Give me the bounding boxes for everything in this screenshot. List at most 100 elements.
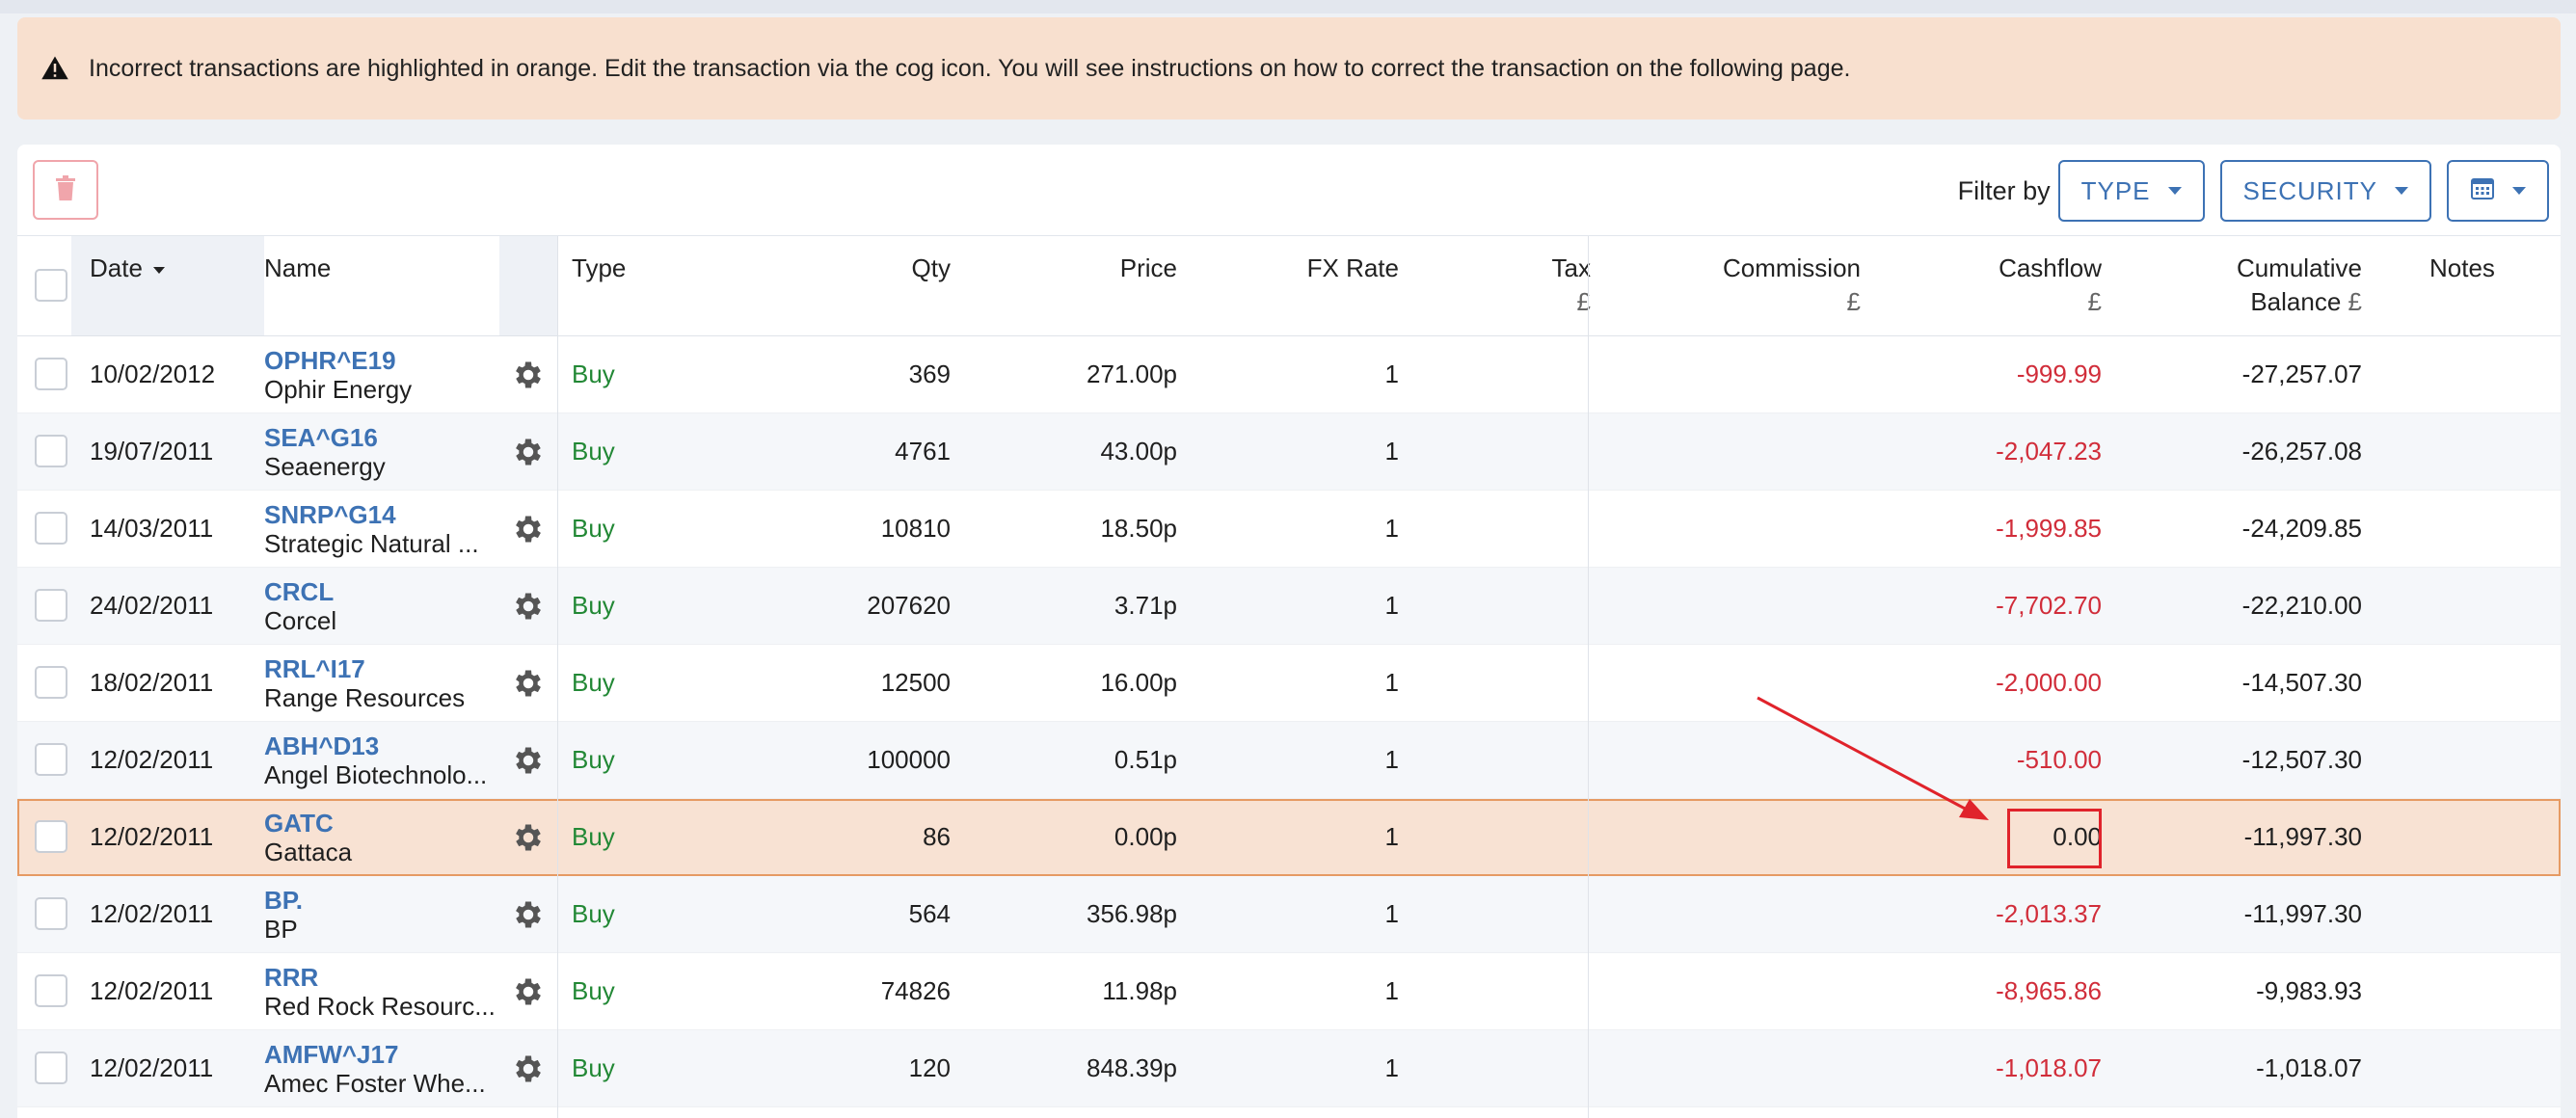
filter-label: Filter by [1957, 175, 2051, 205]
row-checkbox[interactable] [35, 897, 67, 930]
table-header: Date Name Type Qty Price FX Rate Tax £ C… [17, 236, 2561, 336]
table-row-incorrect[interactable]: 12/02/2011 GATC Gattaca Buy 86 0.00p 1 0.00 -11,… [17, 799, 2561, 876]
row-ticker-link[interactable]: CRCL [264, 576, 334, 607]
row-checkbox[interactable] [35, 358, 67, 390]
row-qty: 4761 [895, 437, 951, 466]
row-checkbox[interactable] [35, 1051, 67, 1084]
date-filter-dropdown[interactable] [2447, 160, 2549, 222]
row-date: 12/02/2011 [90, 1053, 214, 1082]
row-cashflow: -2,000.00 [1996, 668, 2102, 697]
select-all-checkbox[interactable] [35, 269, 67, 302]
row-qty: 120 [908, 1053, 951, 1082]
table-row[interactable]: 24/02/2011 CRCL Corcel Buy 207620 3.71p 1 -7,70… [17, 568, 2561, 645]
row-checkbox[interactable] [35, 589, 67, 622]
row-ticker-link[interactable]: ABH^D13 [264, 731, 379, 761]
chevron-down-icon [2395, 187, 2408, 195]
row-cumulative-balance: -11,997.30 [2243, 822, 2362, 851]
delete-button[interactable] [33, 160, 98, 220]
row-cashflow: -1,999.85 [1996, 514, 2102, 543]
column-header-tax[interactable]: Tax £ [1415, 236, 1591, 335]
row-checkbox[interactable] [35, 974, 67, 1007]
table-row[interactable]: 10/02/2012 OPHR^E19 Ophir Energy Buy 369 271.… [17, 336, 2561, 413]
column-header-date[interactable]: Date [90, 236, 166, 335]
gear-icon[interactable] [511, 435, 546, 469]
row-date: 14/03/2011 [90, 514, 214, 543]
row-qty: 100000 [867, 745, 951, 774]
row-date: 24/02/2011 [90, 591, 214, 620]
gear-icon[interactable] [511, 897, 546, 932]
row-ticker-link[interactable]: OPHR^E19 [264, 345, 396, 376]
row-checkbox[interactable] [35, 743, 67, 776]
gear-icon[interactable] [511, 1051, 546, 1086]
table-row[interactable]: 19/07/2011 SEA^G16 Seaenergy Buy 4761 43.00p 1… [17, 413, 2561, 491]
row-security-name: BP [264, 915, 298, 944]
column-header-price[interactable]: Price [962, 236, 1177, 335]
column-header-notes[interactable]: Notes [2429, 236, 2495, 335]
alert-message: Incorrect transactions are highlighted i… [89, 54, 1851, 82]
row-security-name: Angel Biotechnolo... [264, 760, 488, 789]
row-checkbox[interactable] [35, 435, 67, 467]
row-ticker-link[interactable]: GATC [264, 808, 334, 838]
column-header-commission[interactable]: Commission £ [1608, 236, 1861, 335]
row-checkbox[interactable] [35, 820, 67, 853]
gear-column-bg [499, 236, 557, 335]
annotation-highlight-box [2007, 809, 2102, 868]
row-cumulative-balance: -11,997.30 [2243, 899, 2362, 928]
row-fx-rate: 1 [1384, 359, 1399, 388]
row-checkbox[interactable] [35, 666, 67, 699]
gear-icon[interactable] [511, 589, 546, 624]
trash-icon [54, 174, 77, 206]
row-cumulative-balance: -12,507.30 [2241, 745, 2362, 774]
row-price: 0.51p [1114, 745, 1177, 774]
table-row[interactable]: 12/02/2011 ABH^D13 Angel Biotechnolo... Buy… [17, 722, 2561, 799]
table-row[interactable]: 14/03/2011 SNRP^G14 Strategic Natural ... B… [17, 491, 2561, 568]
table-row[interactable]: 12/02/2011 AMFW^J17 Amec Foster Whe... Buy 1… [17, 1030, 2561, 1107]
gear-icon[interactable] [511, 666, 546, 701]
column-header-cashflow[interactable]: Cashflow £ [1878, 236, 2102, 335]
column-header-name[interactable]: Name [264, 236, 331, 335]
row-ticker-link[interactable]: BP. [264, 885, 303, 916]
row-fx-rate: 1 [1384, 668, 1399, 697]
row-price: 0.00p [1114, 822, 1177, 851]
row-fx-rate: 1 [1384, 899, 1399, 928]
gear-icon[interactable] [511, 358, 546, 392]
gear-icon[interactable] [511, 820, 546, 855]
type-filter-dropdown[interactable]: TYPE [2057, 160, 2205, 222]
gear-icon[interactable] [511, 974, 546, 1009]
row-price: 356.98p [1087, 899, 1177, 928]
warning-triangle-icon [40, 54, 69, 83]
column-header-cumulative-balance[interactable]: Cumulative Balance £ [2119, 236, 2362, 335]
filter-area: Filter by TYPE SECURITY [1958, 160, 2549, 222]
row-date: 12/02/2011 [90, 899, 214, 928]
row-security-name: Strategic Natural ... [264, 529, 479, 558]
row-ticker-link[interactable]: AMFW^J17 [264, 1039, 398, 1070]
row-checkbox[interactable] [35, 512, 67, 545]
row-cumulative-balance: -26,257.08 [2241, 437, 2362, 466]
row-ticker-link[interactable]: RRL^I17 [264, 653, 365, 684]
row-price: 3.71p [1114, 591, 1177, 620]
type-filter-label: TYPE [2080, 175, 2151, 205]
table-row[interactable]: 12/02/2011 BP. BP Buy 564 356.98p 1 -2,013.37 -1… [17, 876, 2561, 953]
row-security-name: Amec Foster Whe... [264, 1069, 486, 1098]
row-type: Buy [572, 514, 615, 543]
row-ticker-link[interactable]: SNRP^G14 [264, 499, 396, 530]
row-qty: 12500 [880, 668, 951, 697]
row-ticker-link[interactable]: RRR [264, 962, 318, 993]
row-ticker-link[interactable]: SEA^G16 [264, 422, 378, 453]
gear-icon[interactable] [511, 743, 546, 778]
column-header-fx-rate[interactable]: FX Rate [1194, 236, 1399, 335]
transactions-panel: Filter by TYPE SECURITY Date Name Type Q… [17, 145, 2561, 1118]
row-qty: 207620 [867, 591, 951, 620]
row-fx-rate: 1 [1384, 745, 1399, 774]
row-security-name: Range Resources [264, 683, 466, 712]
row-type: Buy [572, 668, 615, 697]
table-row[interactable]: 12/02/2011 RRR Red Rock Resourc... Buy 74826… [17, 953, 2561, 1030]
row-type: Buy [572, 976, 615, 1005]
security-filter-dropdown[interactable]: SECURITY [2219, 160, 2431, 222]
row-date: 18/02/2011 [90, 668, 214, 697]
table-row[interactable]: 18/02/2011 RRL^I17 Range Resources Buy 12500… [17, 645, 2561, 722]
gear-icon[interactable] [511, 512, 546, 546]
row-type: Buy [572, 899, 615, 928]
column-header-type[interactable]: Type [572, 236, 626, 335]
column-header-qty[interactable]: Qty [750, 236, 951, 335]
